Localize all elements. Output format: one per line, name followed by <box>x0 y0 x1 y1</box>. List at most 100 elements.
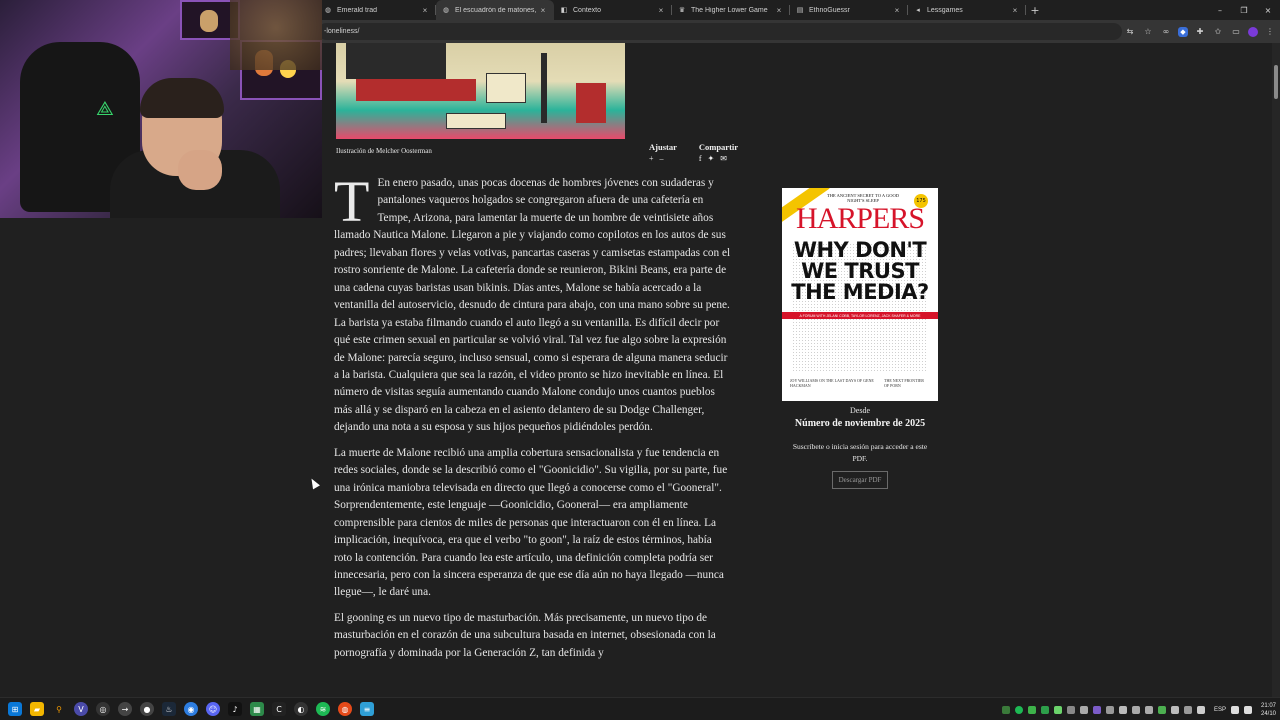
globe-icon: ◍ <box>442 7 450 14</box>
tab-0[interactable]: ◍ Emerald trad × <box>318 0 436 20</box>
browser-app-icon[interactable]: ◉ <box>184 702 198 716</box>
razer-logo: ⟁ <box>96 96 114 120</box>
article-tools: Ajustar + – Compartir f ✦ ✉ <box>649 142 738 163</box>
page-scrollbar[interactable] <box>1272 43 1280 697</box>
tab-label: Lessgames <box>927 6 963 14</box>
adjust-label: Ajustar <box>649 142 677 152</box>
globe-icon: ◍ <box>324 7 332 14</box>
tab-2[interactable]: ◧ Contexto × <box>554 0 672 20</box>
close-tab-icon[interactable]: × <box>892 6 902 15</box>
since-label: Desde <box>850 406 870 415</box>
tray-app-icon[interactable] <box>1170 705 1179 714</box>
window-controls: – ❐ × <box>1208 0 1280 20</box>
tray-app-icon[interactable] <box>1040 705 1049 714</box>
issue-label: Número de noviembre de 2025 <box>794 418 926 429</box>
tray-app-icon[interactable] <box>1157 705 1166 714</box>
tray-app-icon[interactable] <box>1144 705 1153 714</box>
windows-start-icon[interactable]: ⊞ <box>8 702 22 716</box>
context-icon: ◧ <box>560 7 568 14</box>
adjust-tool[interactable]: Ajustar + – <box>649 142 677 163</box>
subscribe-text: Suscríbete o inicia sesión para acceder … <box>792 442 928 463</box>
language-indicator[interactable]: ESP <box>1214 707 1226 713</box>
tab-label: Emerald trad <box>337 6 378 14</box>
new-tab-button[interactable]: + <box>1026 0 1044 20</box>
share-icons[interactable]: f ✦ ✉ <box>699 154 729 163</box>
search-icon[interactable]: ⚲ <box>52 702 66 716</box>
steam-icon[interactable]: ♨ <box>162 702 176 716</box>
restore-button[interactable]: ❐ <box>1232 0 1256 20</box>
tab-5[interactable]: ◂ Lessgames × <box>908 0 1026 20</box>
tab-1[interactable]: ◍ El escuadrón de matones, de D× <box>436 0 554 20</box>
download-pdf-button[interactable]: Descargar PDF <box>832 471 888 489</box>
tray-spotify-icon[interactable] <box>1014 705 1023 714</box>
file-explorer-icon[interactable]: ▰ <box>30 702 44 716</box>
close-tab-icon[interactable]: × <box>420 6 430 15</box>
toolbar-icons: ⇆ ☆ ∞ ◆ ✚ ✩ ▭ ⋮ <box>1124 23 1276 40</box>
close-window-button[interactable]: × <box>1256 0 1280 20</box>
cover-footer: JOY WILLIAMS ON THE LAST DAYS OF GENE HA… <box>790 378 924 388</box>
clock[interactable]: 21:07 24/10 <box>1261 702 1276 718</box>
obs-icon[interactable]: ● <box>140 702 154 716</box>
address-bar[interactable]: -loneliness/ <box>318 23 1122 40</box>
tray-steam-icon[interactable] <box>1079 705 1088 714</box>
puzzle-icon[interactable]: ✚ <box>1194 26 1206 38</box>
bookmark-star-icon[interactable]: ☆ <box>1142 26 1154 38</box>
capcut-icon[interactable]: C <box>272 702 286 716</box>
app-red-icon[interactable]: ◐ <box>294 702 308 716</box>
arrow-app-icon[interactable]: → <box>118 702 132 716</box>
screen: ◍ Emerald trad × ◍ El escuadrón de matones, … <box>0 0 1280 720</box>
extension-icon[interactable]: ◆ <box>1178 26 1188 37</box>
tray-app-icon[interactable] <box>1131 705 1140 714</box>
favorites-icon[interactable]: ✩ <box>1212 26 1224 38</box>
zoom-icons[interactable]: + – <box>649 154 666 163</box>
tab-label: Contexto <box>573 6 602 14</box>
tray-app-icon[interactable] <box>1105 705 1114 714</box>
menu-icon[interactable]: ⋮ <box>1264 26 1276 38</box>
network-icon[interactable] <box>1230 705 1239 714</box>
article-paragraph: T En enero pasado, unas pocas docenas de … <box>334 169 731 434</box>
tab-3[interactable]: ♛ The Higher Lower Game × <box>672 0 790 20</box>
tab-4[interactable]: ▤ EthnoGuessr × <box>790 0 908 20</box>
tray-app-icon[interactable] <box>1053 705 1062 714</box>
url-text: -loneliness/ <box>324 28 360 35</box>
minimize-button[interactable]: – <box>1208 0 1232 20</box>
tray-app-icon[interactable] <box>1092 705 1101 714</box>
spotify-icon[interactable]: ≋ <box>316 702 330 716</box>
split-icon[interactable]: ▭ <box>1230 26 1242 38</box>
article-page: Ilustración de Melcher Oosterman Ajustar… <box>322 43 1280 697</box>
scrollbar-thumb[interactable] <box>1274 65 1278 99</box>
tray-arrow-icon[interactable] <box>1001 705 1010 714</box>
tray-app-icon[interactable] <box>1027 705 1036 714</box>
share-tool[interactable]: Compartir f ✦ ✉ <box>699 142 738 163</box>
close-tab-icon[interactable]: × <box>774 6 784 15</box>
chrome-icon[interactable]: ◍ <box>338 702 352 716</box>
article-body: T En enero pasado, unas pocas docenas de … <box>334 169 732 670</box>
vpn-icon[interactable]: V <box>74 702 88 716</box>
link-icon[interactable]: ∞ <box>1160 26 1172 38</box>
tab-label: EthnoGuessr <box>809 6 850 14</box>
tray-app-icon[interactable] <box>1066 705 1075 714</box>
tray-app-icon[interactable] <box>1196 705 1205 714</box>
close-tab-icon[interactable]: × <box>656 6 666 15</box>
close-tab-icon[interactable]: × <box>1010 6 1020 15</box>
article-paragraph: La muerte de Malone recibió una amplia c… <box>334 446 728 599</box>
translate-icon[interactable]: ⇆ <box>1124 26 1136 38</box>
taskbar: ⊞ ▰ ⚲ V ◎ → ● ♨ ◉ ☺ ♪ ▦ C ◐ ≋ ◍ ≡ ESP 21… <box>0 697 1280 720</box>
share-label: Compartir <box>698 142 739 152</box>
image-caption: Ilustración de Melcher Oosterman <box>336 147 432 155</box>
app-green-icon[interactable]: ▦ <box>250 702 264 716</box>
app-icon[interactable]: ◎ <box>96 702 110 716</box>
profile-avatar-icon[interactable] <box>1248 26 1258 37</box>
article-paragraph: El gooning es un nuevo tipo de masturbac… <box>334 611 716 659</box>
discord-icon[interactable]: ☺ <box>206 702 220 716</box>
magazine-cover[interactable]: THE ANCIENT SECRET TO A GOOD NIGHT'S SLE… <box>782 188 938 401</box>
system-tray: ESP 21:07 24/10 <box>1001 698 1276 720</box>
close-tab-icon[interactable]: × <box>538 6 548 15</box>
tray-mic-icon[interactable] <box>1183 705 1192 714</box>
clock-time: 21:07 <box>1260 702 1276 709</box>
volume-icon[interactable] <box>1243 705 1252 714</box>
article-illustration <box>336 43 625 139</box>
notepad-icon[interactable]: ≡ <box>360 702 374 716</box>
tiktok-icon[interactable]: ♪ <box>228 702 242 716</box>
tray-app-icon[interactable] <box>1118 705 1127 714</box>
